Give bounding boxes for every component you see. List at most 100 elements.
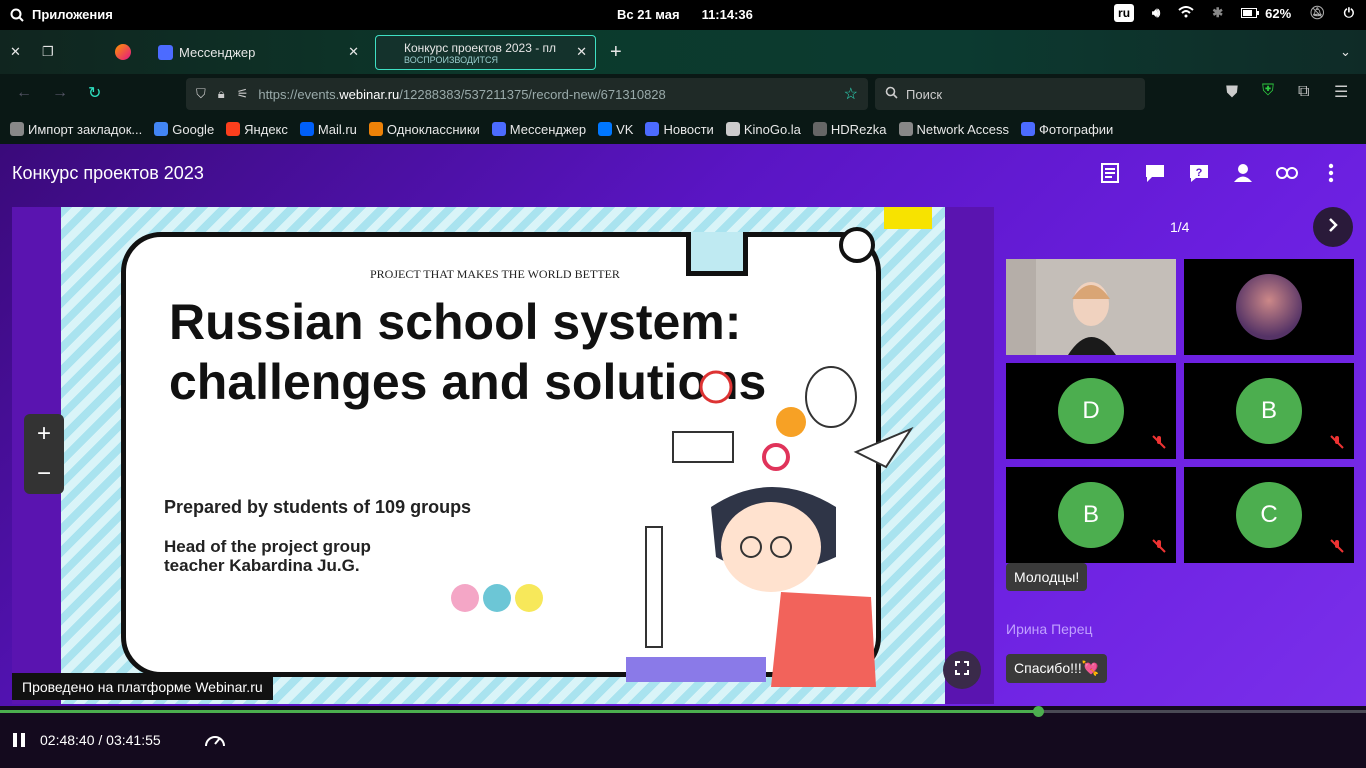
- chat-icon[interactable]: [1144, 162, 1166, 184]
- tab-label: Мессенджер: [179, 44, 256, 60]
- adblock-shield-icon[interactable]: ⛨: [1262, 82, 1274, 100]
- bookmark-item[interactable]: Одноклассники: [368, 121, 480, 137]
- bookmark-favicon-icon: [725, 122, 740, 136]
- tab-messenger[interactable]: Мессенджер ✕: [158, 38, 363, 66]
- notifications-off-icon[interactable]: 🔕︎: [1309, 5, 1326, 21]
- webinar-main: Конкурс проектов 2023 ? PROJECT THAT MAK…: [0, 144, 1366, 706]
- pause-button[interactable]: [12, 732, 26, 753]
- participant-video[interactable]: [1006, 259, 1176, 355]
- bookmark-item[interactable]: Google: [154, 122, 214, 137]
- bookmark-item[interactable]: KinoGo.la: [725, 122, 801, 137]
- date-label: Вс 21 мая: [617, 7, 680, 22]
- bookmark-label: Mail.ru: [317, 121, 357, 137]
- bookmark-item[interactable]: Яндекс: [226, 122, 288, 137]
- keyboard-layout[interactable]: ru: [1114, 4, 1135, 22]
- clock[interactable]: Вс 21 мая 11:14:36: [617, 7, 753, 22]
- lock-icon[interactable]: 🔒︎: [218, 86, 225, 102]
- bluetooth-off-icon[interactable]: ✱: [1212, 5, 1223, 21]
- bookmark-item[interactable]: HDRezka: [812, 122, 887, 137]
- chevron-right-icon: [1328, 217, 1338, 237]
- system-tray: ru 🔊︎ ✱ 62% 🔕︎ ⏻: [1114, 4, 1354, 22]
- tab-webinar[interactable]: Конкурс проектов 2023 - пл ВОСПРОИЗВОДИТ…: [375, 35, 596, 70]
- browser-navbar: ← → ↻ ⛉ 🔒︎ ⚟ https://events.webinar.ru/1…: [0, 74, 1366, 114]
- participant-tile[interactable]: D: [1006, 363, 1176, 459]
- student-illustration: [626, 366, 914, 687]
- extensions-icon[interactable]: ⧉: [1298, 83, 1309, 101]
- bookmark-favicon-icon: [898, 122, 913, 136]
- bookmark-favicon-icon: [645, 122, 660, 136]
- messenger-icon: [158, 44, 173, 60]
- permissions-icon[interactable]: ⚟: [237, 86, 249, 102]
- shield-icon[interactable]: ⛉: [196, 86, 206, 102]
- progress-knob[interactable]: [1033, 706, 1045, 717]
- wifi-icon[interactable]: [1178, 5, 1194, 21]
- playback-time: 02:48:40 / 03:41:55: [40, 732, 161, 748]
- participant-tile[interactable]: C: [1184, 467, 1354, 563]
- bookmark-item[interactable]: Мессенджер: [491, 121, 587, 137]
- battery-icon: [1241, 6, 1260, 21]
- more-icon[interactable]: [1320, 162, 1342, 184]
- bookmark-label: Фотографии: [1039, 121, 1114, 137]
- participant-photo[interactable]: [1184, 259, 1354, 355]
- next-slide-button[interactable]: [1313, 207, 1353, 247]
- restore-window-icon[interactable]: ❐: [42, 38, 54, 66]
- playback-speed-button[interactable]: [204, 731, 226, 754]
- system-topbar: Приложения Вс 21 мая 11:14:36 ru 🔊︎ ✱ 62…: [0, 0, 1366, 30]
- zoom-controls: + −: [24, 414, 64, 494]
- participant-tile[interactable]: B: [1006, 467, 1176, 563]
- tab-close-icon[interactable]: ✕: [348, 44, 359, 60]
- bookmark-label: Импорт закладок...: [28, 121, 143, 137]
- close-window-icon[interactable]: ✕: [10, 38, 21, 66]
- avatar: D: [1058, 378, 1124, 444]
- tab-list-chevron-icon[interactable]: ⌄: [1340, 38, 1351, 66]
- search-box[interactable]: Поиск: [875, 78, 1145, 110]
- search-placeholder: Поиск: [906, 86, 943, 102]
- bookmark-label: Google: [172, 121, 215, 137]
- search-icon: [885, 86, 898, 102]
- forward-icon[interactable]: →: [52, 84, 68, 102]
- fullscreen-button[interactable]: [943, 651, 981, 689]
- link-icon[interactable]: [1276, 162, 1298, 184]
- zoom-out-button[interactable]: −: [37, 460, 51, 488]
- address-bar[interactable]: ⛉ 🔒︎ ⚟ https://events.webinar.ru/1228838…: [186, 78, 868, 110]
- bookmark-label: Одноклассники: [386, 121, 480, 137]
- pocket-icon[interactable]: ⛊: [1226, 84, 1238, 102]
- reload-icon[interactable]: ↻: [88, 83, 101, 103]
- agenda-icon[interactable]: [1100, 162, 1122, 184]
- apps-menu[interactable]: Приложения: [10, 7, 113, 22]
- slide-head: Head of the project group teacher Kabard…: [164, 537, 371, 575]
- bookmark-item[interactable]: Network Access: [898, 121, 1010, 137]
- bookmark-favicon-icon: [491, 122, 506, 136]
- url-path: /12288383/537211375/record-new/671310828: [399, 86, 666, 102]
- bookmark-favicon-icon: [368, 122, 383, 136]
- slide-viewer[interactable]: PROJECT THAT MAKES THE WORLD BETTER Russ…: [12, 207, 994, 704]
- volume-icon[interactable]: 🔊︎: [1152, 5, 1160, 21]
- participant-video-frame: [1006, 259, 1176, 355]
- bookmark-item[interactable]: Mail.ru: [299, 121, 357, 137]
- bookmark-star-icon[interactable]: ☆: [844, 84, 858, 104]
- menu-icon[interactable]: ☰: [1334, 82, 1348, 102]
- bookmark-favicon-icon: [812, 122, 827, 136]
- new-tab-icon[interactable]: +: [610, 38, 622, 66]
- chat-message: Спасибо!!!💘: [1006, 654, 1108, 683]
- participant-tile[interactable]: B: [1184, 363, 1354, 459]
- bookmark-label: Network Access: [916, 121, 1010, 137]
- bookmark-favicon-icon: [299, 122, 314, 136]
- platform-credit: Проведено на платформе Webinar.ru: [12, 673, 273, 700]
- battery-indicator[interactable]: 62%: [1241, 6, 1291, 21]
- zoom-in-button[interactable]: +: [37, 420, 51, 448]
- url-host: webinar.ru: [339, 86, 400, 102]
- participants-icon[interactable]: [1232, 162, 1254, 184]
- bookmark-label: Мессенджер: [509, 121, 587, 137]
- bookmark-item[interactable]: Импорт закладок...: [10, 122, 142, 137]
- questions-icon[interactable]: ?: [1188, 162, 1210, 184]
- tab-close-icon[interactable]: ✕: [576, 44, 587, 60]
- bookmark-item[interactable]: Фотографии: [1021, 122, 1113, 137]
- bookmark-item[interactable]: VK: [598, 122, 633, 137]
- power-icon[interactable]: ⏻: [1344, 5, 1354, 21]
- firefox-icon[interactable]: [115, 38, 131, 66]
- progress-bar[interactable]: [0, 710, 1366, 713]
- bookmark-favicon-icon: [226, 122, 241, 136]
- back-icon[interactable]: ←: [16, 84, 32, 102]
- bookmark-item[interactable]: Новости: [645, 122, 714, 137]
